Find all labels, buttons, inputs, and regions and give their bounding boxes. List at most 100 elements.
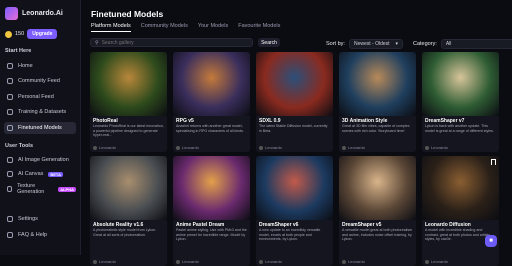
sidebar: Leonardo.Ai 150 Upgrade Start Here Home …	[0, 0, 81, 255]
author-name: Leonardo	[265, 145, 282, 150]
search-input[interactable]	[101, 39, 242, 46]
sidebar-item-personal-feed[interactable]: Personal Feed	[4, 91, 76, 103]
model-thumbnail[interactable]	[173, 52, 250, 116]
model-card[interactable]: Anime Pastel Dream Pastel anime styling. …	[173, 156, 250, 266]
personal-feed-icon	[7, 94, 13, 100]
model-card[interactable]: DreamShaper v6 A new update to an incredi…	[256, 156, 333, 266]
chevron-down-icon: ▾	[395, 41, 399, 47]
author-avatar	[176, 259, 180, 264]
main-content: Finetuned Models Platform Models Communi…	[80, 0, 512, 266]
author-avatar	[176, 145, 180, 150]
tab-community-models[interactable]: Community Models	[141, 23, 188, 32]
search-bar: ⚲	[90, 38, 253, 47]
sidebar-item-ai-canvas[interactable]: AI Canvas BETA	[4, 168, 76, 180]
model-card[interactable]: Leonardo Diffusion A model with incredibl…	[422, 156, 499, 266]
sidebar-item-texture-generation[interactable]: Texture Generation ALPHA	[4, 183, 76, 195]
user-tools-heading: User Tools	[5, 143, 34, 149]
model-author: Leonardo	[93, 259, 116, 264]
search-button[interactable]: Search	[258, 38, 280, 47]
sidebar-item-ai-image-generation[interactable]: AI Image Generation	[4, 154, 76, 166]
model-card[interactable]: DreamShaper v5 A versatile model great at…	[339, 156, 416, 266]
model-thumbnail[interactable]	[256, 52, 333, 116]
sidebar-item-community-feed[interactable]: Community Feed	[4, 75, 76, 87]
model-card[interactable]: 3D Animation Style Great at 3D film vibes…	[339, 52, 416, 152]
sort-control: Sort by: Newest - Oldest ▾	[326, 39, 404, 49]
sort-label: Sort by:	[326, 41, 345, 47]
author-avatar	[425, 259, 429, 264]
model-card[interactable]: RPG v5 Anashel returns with another great…	[173, 52, 250, 152]
tab-platform-models[interactable]: Platform Models	[91, 23, 131, 32]
model-thumbnail[interactable]	[256, 156, 333, 220]
chat-support-button[interactable]: ■	[485, 235, 497, 247]
image-generation-icon	[7, 157, 13, 163]
author-avatar	[259, 259, 263, 264]
training-icon	[7, 109, 13, 115]
texture-icon	[7, 186, 13, 192]
model-description: Leonardo PhotoReal is our latest innovat…	[93, 124, 164, 137]
model-thumbnail[interactable]	[422, 156, 499, 220]
tab-favourite-models[interactable]: Favourite Models	[238, 23, 280, 32]
category-select[interactable]: All ▾	[440, 39, 512, 49]
model-thumbnail[interactable]	[339, 52, 416, 116]
model-thumbnail[interactable]	[90, 52, 167, 116]
upgrade-button[interactable]: Upgrade	[27, 29, 58, 39]
category-label: Category:	[413, 41, 437, 47]
tab-your-models[interactable]: Your Models	[198, 23, 228, 32]
sidebar-item-label: Personal Feed	[18, 94, 54, 100]
bookmark-icon[interactable]	[491, 159, 496, 165]
model-author: Leonardo	[259, 259, 282, 264]
model-card[interactable]: Absolute Reality v1.6 A photorealistic st…	[90, 156, 167, 266]
model-card[interactable]: SDXL 0.9 The latest Stable Diffusion mode…	[256, 52, 333, 152]
gear-icon	[7, 216, 13, 222]
author-avatar	[425, 145, 429, 150]
model-thumbnail[interactable]	[339, 156, 416, 220]
beta-badge: BETA	[48, 171, 63, 177]
model-thumbnail[interactable]	[422, 52, 499, 116]
model-author: Leonardo	[176, 259, 199, 264]
model-thumbnail[interactable]	[173, 156, 250, 220]
author-name: Leonardo	[265, 259, 282, 264]
model-author: Leonardo	[425, 259, 448, 264]
model-thumbnail[interactable]	[90, 156, 167, 220]
leonardo-logo-icon	[5, 7, 18, 20]
sidebar-item-home[interactable]: Home	[4, 60, 76, 72]
model-tabs: Platform Models Community Models Your Mo…	[91, 23, 280, 32]
sidebar-item-label: FAQ & Help	[18, 232, 48, 238]
sidebar-item-label: Community Feed	[18, 78, 60, 84]
sidebar-item-label: AI Canvas	[18, 171, 44, 177]
author-avatar	[342, 145, 346, 150]
sidebar-item-settings[interactable]: Settings	[4, 213, 76, 225]
model-author: Leonardo	[342, 259, 365, 264]
sidebar-item-label: Training & Datasets	[18, 109, 67, 115]
author-name: Leonardo	[182, 259, 199, 264]
credit-amount: 150	[15, 31, 25, 37]
model-description: Pastel anime styling. Use with PMv3 and …	[176, 228, 247, 241]
credits-row: 150 Upgrade	[5, 29, 58, 39]
model-author: Leonardo	[259, 145, 282, 150]
author-name: Leonardo	[99, 145, 116, 150]
author-name: Leonardo	[348, 145, 365, 150]
brand-row[interactable]: Leonardo.Ai	[5, 7, 63, 20]
token-icon	[5, 30, 12, 38]
model-card[interactable]: PhotoReal Leonardo PhotoReal is our lates…	[90, 52, 167, 152]
canvas-icon	[7, 171, 13, 177]
sidebar-item-training-datasets[interactable]: Training & Datasets	[4, 106, 76, 118]
author-avatar	[93, 145, 97, 150]
author-avatar	[93, 259, 97, 264]
model-description: Anashel returns with another great model…	[176, 124, 244, 133]
sidebar-item-faq-help[interactable]: FAQ & Help	[4, 229, 76, 241]
sidebar-item-finetuned-models[interactable]: Finetuned Models	[4, 122, 76, 134]
start-here-heading: Start Here	[5, 48, 32, 54]
sort-select[interactable]: Newest - Oldest ▾	[348, 39, 404, 49]
model-description: The latest Stable Diffusion model, curre…	[259, 124, 328, 133]
alpha-badge: ALPHA	[58, 186, 76, 192]
category-control: Category: All ▾	[413, 39, 512, 49]
model-description: A new update to an incredibly versatile …	[259, 228, 321, 241]
model-description: A photorealistic style model from Lykon.…	[93, 228, 157, 237]
model-description: Lykon is back with another update. This …	[425, 124, 494, 133]
sidebar-item-label: Home	[18, 63, 33, 69]
model-description: A versatile model great at both photorea…	[342, 228, 413, 241]
author-name: Leonardo	[431, 259, 448, 264]
category-value: All	[445, 41, 452, 47]
model-card[interactable]: DreamShaper v7 Lykon is back with another…	[422, 52, 499, 152]
